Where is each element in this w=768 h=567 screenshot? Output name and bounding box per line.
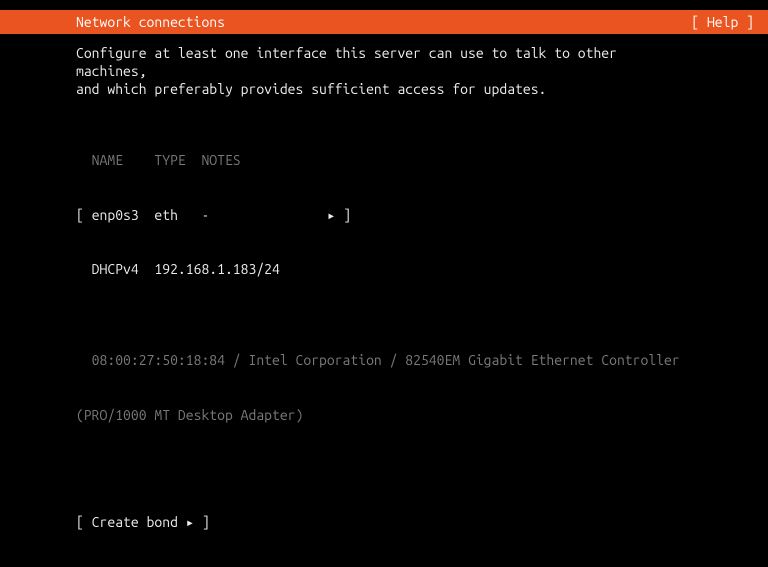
page-title: Network connections — [76, 13, 225, 31]
table-header: NAME TYPE NOTES — [76, 151, 692, 169]
open-bracket: [ — [76, 207, 84, 223]
hw-line-1: 08:00:27:50:18:84 / Intel Corporation / … — [76, 351, 692, 369]
iface-name: enp0s3 — [92, 207, 139, 223]
description-text: Configure at least one interface this se… — [76, 44, 692, 99]
iface-type: eth — [154, 207, 178, 223]
dhcp-info: DHCPv4 192.168.1.183/24 — [76, 260, 692, 278]
hardware-info: 08:00:27:50:18:84 / Intel Corporation / … — [76, 315, 692, 461]
close-bracket: ] — [343, 207, 351, 223]
description-line-1: Configure at least one interface this se… — [76, 44, 692, 80]
interface-row-enp0s3[interactable]: [ enp0s3 eth - ▸ ] — [76, 206, 692, 224]
description-line-2: and which preferably provides sufficient… — [76, 80, 692, 98]
iface-notes: - — [201, 207, 209, 223]
interface-table: NAME TYPE NOTES [ enp0s3 eth - ▸ ] DHCPv… — [76, 115, 692, 567]
hw-line-2: (PRO/1000 MT Desktop Adapter) — [76, 406, 692, 424]
main-content: Configure at least one interface this se… — [0, 34, 768, 567]
header-bar: Network connections [ Help ] — [0, 10, 768, 34]
chevron-right-icon: ▸ — [327, 207, 335, 223]
create-bond-button[interactable]: [ Create bond ▸ ] — [76, 513, 692, 531]
help-button[interactable]: [ Help ] — [691, 13, 754, 31]
